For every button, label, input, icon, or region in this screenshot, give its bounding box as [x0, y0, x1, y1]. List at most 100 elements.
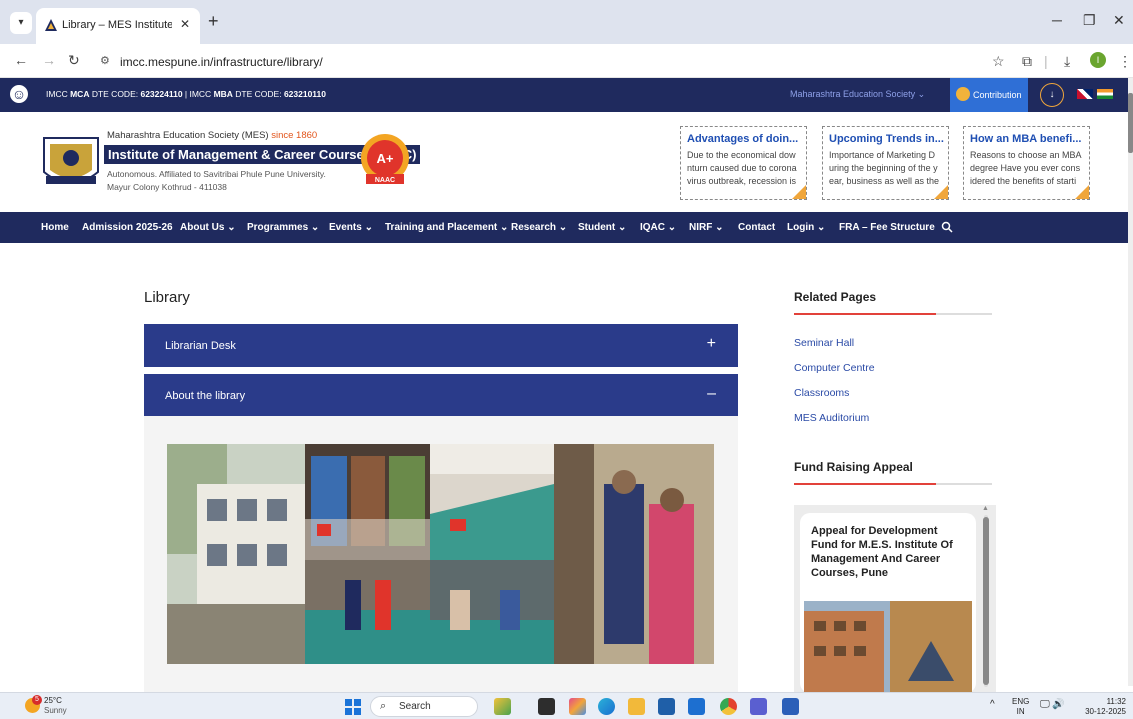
english-flag-icon[interactable]	[1077, 89, 1093, 99]
nav-about-us[interactable]: About Us ⌄	[180, 222, 236, 233]
back-icon[interactable]: ←	[14, 52, 28, 68]
nav-fra-fee-structure[interactable]: FRA – Fee Structure	[839, 222, 935, 233]
site-info-icon[interactable]: ⚙	[100, 54, 110, 67]
nav-student[interactable]: Student ⌄	[578, 222, 626, 233]
chrome-browser-icon[interactable]	[720, 698, 737, 715]
library-desk-photo	[305, 560, 430, 664]
news-card[interactable]: Advantages of doin... Due to the economi…	[680, 126, 807, 200]
tab-search-menu[interactable]: ▾	[10, 12, 32, 34]
address-bar[interactable]: ⚙ imcc.mespune.in/infrastructure/library…	[92, 50, 972, 74]
news-corner-decoration	[934, 185, 948, 199]
site-top-strip: ☺ IMCC MCA DTE CODE: 623224110 | IMCC MB…	[0, 78, 1128, 112]
forward-icon[interactable]: →	[42, 52, 56, 68]
taskbar-search[interactable]: ⌕ Search	[370, 696, 478, 717]
related-link-computer-centre[interactable]: Computer Centre	[794, 362, 875, 374]
nav-training-placement[interactable]: Training and Placement ⌄	[385, 222, 508, 233]
scroll-up-arrow-icon[interactable]: ▲	[982, 505, 989, 512]
bookmark-star-icon[interactable]: ☆	[992, 53, 1005, 70]
window-close-button[interactable]: ✕	[1113, 12, 1125, 29]
nav-home[interactable]: Home	[41, 222, 69, 233]
browser-tab[interactable]: Library – MES Institute of Mana ✕	[36, 8, 200, 44]
weather-widget[interactable]: 25°C Sunny	[44, 696, 67, 716]
store-app-icon[interactable]	[658, 698, 675, 715]
nav-login[interactable]: Login ⌄	[787, 222, 825, 233]
browser-toolbar: ← → ↻ ⚙ imcc.mespune.in/infrastructure/l…	[0, 44, 1133, 78]
clock[interactable]: 11:32 30-12-2025	[1080, 697, 1126, 717]
browser-menu-icon[interactable]: ⋮	[1118, 53, 1132, 70]
appeal-scroll-thumb[interactable]	[983, 517, 989, 685]
nav-iqac[interactable]: IQAC ⌄	[640, 222, 676, 233]
file-explorer-icon[interactable]	[628, 698, 645, 715]
edge-browser-icon[interactable]	[598, 698, 615, 715]
page-title: Library	[144, 289, 190, 306]
language-indicator[interactable]: ENG IN	[1012, 697, 1029, 717]
photos-app-icon[interactable]	[569, 698, 586, 715]
appeal-title[interactable]: Appeal for Development Fund for M.E.S. I…	[811, 524, 961, 580]
society-name: Maharashtra Education Society (MES) sinc…	[107, 130, 317, 141]
browser-tab-bar: ▾ Library – MES Institute of Mana ✕ + ─ …	[0, 0, 1133, 44]
outlook-icon[interactable]	[688, 698, 705, 715]
region-code: IN	[1016, 707, 1025, 716]
contribution-button[interactable]: Contribution	[950, 78, 1028, 112]
related-link-seminar-hall[interactable]: Seminar Hall	[794, 337, 854, 349]
mba-code: 623210110	[283, 89, 327, 99]
accessibility-icon[interactable]: ☺	[8, 83, 30, 105]
nav-research[interactable]: Research ⌄	[511, 222, 567, 233]
temperature: 25°C	[44, 696, 62, 705]
india-flag-icon[interactable]	[1097, 89, 1113, 99]
tab-close-icon[interactable]: ✕	[180, 17, 190, 31]
search-label: Search	[399, 701, 431, 712]
mca-code-text: DTE CODE:	[89, 89, 141, 99]
dte-separator: | IMCC	[182, 89, 214, 99]
news-title: How an MBA benefi...	[970, 133, 1082, 145]
accordion-librarian-desk[interactable]: Librarian Desk +	[144, 324, 738, 367]
appeal-card[interactable]: Appeal for Development Fund for M.E.S. I…	[800, 513, 976, 693]
related-link-mes-auditorium[interactable]: MES Auditorium	[794, 412, 869, 424]
word-icon[interactable]	[782, 698, 799, 715]
url-text[interactable]: imcc.mespune.in/infrastructure/library/	[120, 55, 323, 69]
nav-nirf[interactable]: NIRF ⌄	[689, 222, 724, 233]
collapse-minus-icon[interactable]: –	[707, 385, 716, 403]
page-scrollbar[interactable]	[1128, 78, 1133, 686]
dte-prefix: IMCC	[46, 89, 71, 99]
search-icon: ⌕	[380, 700, 387, 712]
widgets-app-icon[interactable]	[494, 698, 511, 715]
site-header: Maharashtra Education Society (MES) sinc…	[0, 112, 1128, 212]
windows-start-icon[interactable]	[345, 699, 361, 715]
related-link-classrooms[interactable]: Classrooms	[794, 387, 849, 399]
news-card[interactable]: How an MBA benefi... Reasons to choose a…	[963, 126, 1090, 200]
accordion-about-library[interactable]: About the library –	[144, 374, 738, 417]
naac-badge: A+ NAAC	[361, 134, 409, 184]
restore-button[interactable]: ❐	[1083, 12, 1096, 29]
mca-code: 623224110	[140, 89, 183, 99]
about-library-panel	[144, 416, 738, 692]
profile-avatar[interactable]: I	[1090, 52, 1106, 68]
task-view-icon[interactable]	[538, 698, 555, 715]
nav-contact[interactable]: Contact	[738, 222, 775, 233]
news-corner-decoration	[1075, 185, 1089, 199]
fund-raising-heading: Fund Raising Appeal	[794, 460, 913, 474]
main-navigation: Home Admission 2025-26 About Us ⌄ Progra…	[0, 212, 1128, 243]
expand-plus-icon[interactable]: +	[707, 335, 716, 353]
contribution-label: Contribution	[973, 90, 1022, 100]
news-card[interactable]: Upcoming Trends in... Importance of Mark…	[822, 126, 949, 200]
network-volume-icon[interactable]: 🖵 🔊	[1040, 700, 1065, 710]
address-text: Mayur Colony Kothrud - 411038	[107, 182, 227, 192]
nav-programmes[interactable]: Programmes ⌄	[247, 222, 319, 233]
heading-underline	[794, 313, 992, 315]
download-circle-icon[interactable]: ↓	[1040, 83, 1064, 107]
new-tab-button[interactable]: +	[208, 11, 219, 32]
society-dropdown[interactable]: Maharashtra Education Society ⌄	[790, 89, 925, 100]
accordion-label: About the library	[165, 390, 246, 402]
reload-icon[interactable]: ↻	[68, 52, 80, 69]
mes-logo-icon[interactable]	[40, 132, 102, 194]
search-icon[interactable]	[941, 221, 953, 233]
teams-icon[interactable]	[750, 698, 767, 715]
extensions-icon[interactable]: ⧉	[1022, 53, 1032, 70]
page-scroll-thumb[interactable]	[1128, 93, 1133, 153]
tray-overflow-icon[interactable]: ^	[990, 700, 995, 710]
nav-events[interactable]: Events ⌄	[329, 222, 373, 233]
nav-admission[interactable]: Admission 2025-26	[82, 222, 173, 233]
download-icon[interactable]: ⤓	[1064, 53, 1070, 70]
minimize-button[interactable]: ─	[1052, 12, 1062, 28]
